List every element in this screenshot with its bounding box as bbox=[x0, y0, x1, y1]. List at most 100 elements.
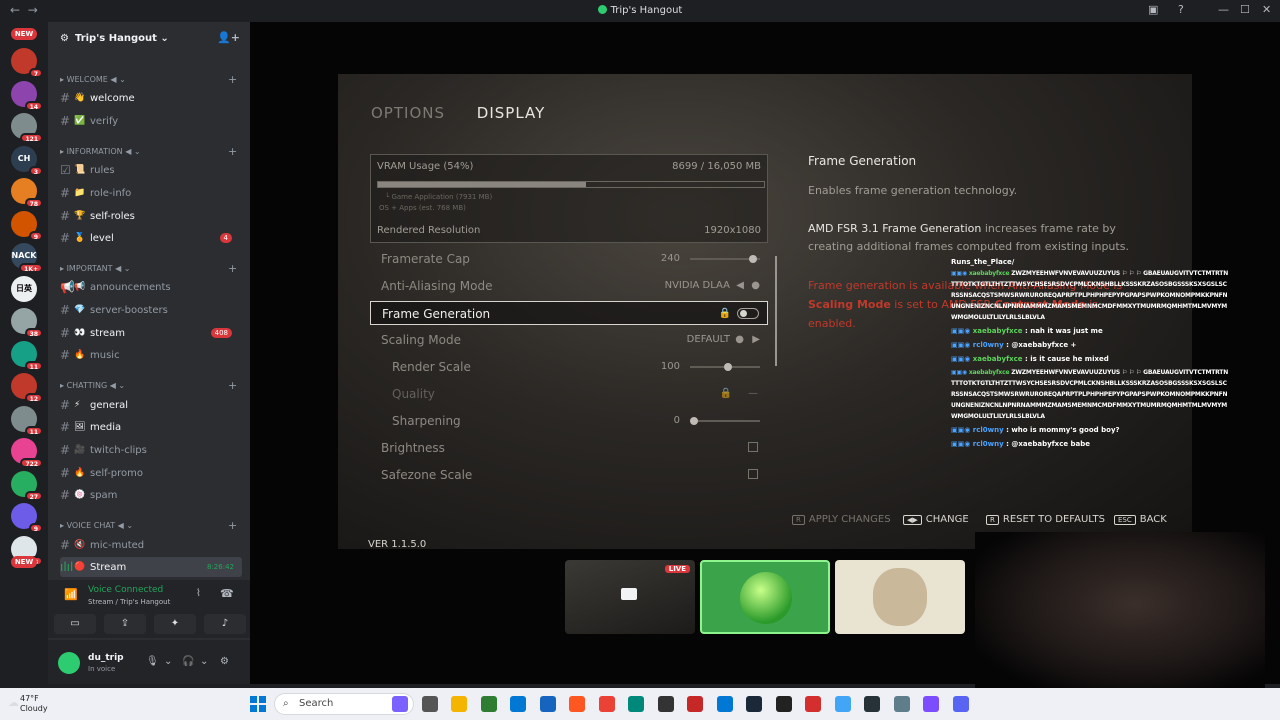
open-submenu-icon[interactable] bbox=[748, 469, 758, 479]
chevron-down-icon[interactable]: ⌄ bbox=[200, 656, 208, 667]
taskbar-app-icon[interactable] bbox=[952, 696, 969, 712]
category-voice-chat[interactable]: ▸ VOICE CHAT ◀ ⌄ + bbox=[60, 519, 237, 532]
stream-tile-avatar[interactable] bbox=[700, 560, 830, 634]
help-icon[interactable]: ? bbox=[1178, 3, 1184, 16]
channel-spam[interactable]: # 🍥 spam bbox=[60, 485, 242, 505]
taskbar-app-icon[interactable] bbox=[628, 696, 644, 712]
channel-music[interactable]: # 🔥 music bbox=[60, 345, 242, 365]
taskbar-app-icon[interactable] bbox=[539, 696, 556, 712]
microphone-icon[interactable]: 🎙 bbox=[146, 656, 159, 667]
sharpening-slider[interactable] bbox=[690, 417, 760, 425]
taskbar-app-icon[interactable] bbox=[392, 696, 408, 712]
apply-changes-button[interactable]: R APPLY CHANGES bbox=[792, 514, 891, 525]
server-icon[interactable]: 12 bbox=[11, 373, 43, 403]
taskbar-app-icon[interactable] bbox=[421, 696, 438, 712]
category-chatting[interactable]: ▸ CHATTING ◀ ⌄ + bbox=[60, 379, 237, 392]
slider-knob[interactable] bbox=[690, 417, 698, 425]
taskbar-app-icon[interactable] bbox=[775, 696, 792, 712]
tab-display[interactable]: DISPLAY bbox=[477, 104, 546, 122]
headphones-icon[interactable]: 🎧 bbox=[182, 656, 194, 667]
frame-generation-toggle[interactable] bbox=[737, 308, 759, 319]
slider-knob[interactable] bbox=[724, 363, 733, 371]
server-icon[interactable]: NACK 1K+ bbox=[11, 243, 43, 273]
voice-status[interactable]: Voice Connected bbox=[88, 585, 163, 595]
server-icon[interactable]: 9 bbox=[11, 503, 43, 533]
add-channel-icon[interactable]: + bbox=[228, 262, 237, 275]
close-icon[interactable]: ✕ bbox=[1262, 3, 1271, 16]
settings-gear-icon[interactable]: ⚙ bbox=[220, 656, 229, 667]
chevron-down-icon[interactable]: ⌄ bbox=[164, 656, 172, 667]
add-channel-icon[interactable]: + bbox=[228, 73, 237, 86]
option-scaling-mode[interactable]: Scaling Mode DEFAULT ● ▶ bbox=[370, 328, 768, 352]
add-channel-icon[interactable]: + bbox=[228, 379, 237, 392]
taskbar-app-icon[interactable] bbox=[687, 696, 703, 712]
channel-self-promo[interactable]: # 🔥 self-promo bbox=[60, 463, 242, 483]
taskbar-app-icon[interactable] bbox=[480, 696, 497, 712]
taskbar-app-icon[interactable] bbox=[746, 696, 762, 712]
server-icon[interactable]: 11 bbox=[11, 340, 43, 371]
soundboard-button[interactable]: ♪ bbox=[204, 614, 246, 634]
render-scale-slider[interactable] bbox=[690, 363, 760, 371]
activities-button[interactable]: ✦ bbox=[154, 614, 196, 634]
server-icon[interactable]: 722 bbox=[11, 438, 43, 468]
channel-stream[interactable]: # 👀 stream 408 bbox=[60, 323, 242, 343]
channel-role-info[interactable]: # 📁 role-info bbox=[60, 183, 242, 203]
channel-media[interactable]: # 🖼 media bbox=[60, 417, 242, 437]
inbox-icon[interactable]: ▣ bbox=[1148, 3, 1158, 16]
slider-knob[interactable] bbox=[748, 255, 757, 263]
weather-widget[interactable]: 47°F Cloudy bbox=[20, 694, 48, 714]
start-button[interactable] bbox=[250, 696, 266, 712]
category-important[interactable]: ▸ IMPORTANT ◀ ⌄ + bbox=[60, 262, 237, 275]
stream-tile-cat[interactable] bbox=[835, 560, 965, 634]
channel-mic-muted[interactable]: # 🔇 mic-muted bbox=[60, 535, 242, 555]
arrow-left-icon[interactable]: ◀ bbox=[736, 280, 744, 291]
noise-suppression-icon[interactable]: ⌇ bbox=[196, 588, 201, 599]
channel-rules[interactable]: ☑ 📜 rules bbox=[60, 160, 242, 180]
server-icon[interactable]: 日英 bbox=[11, 275, 37, 302]
channel-welcome[interactable]: # 👋 welcome bbox=[60, 88, 242, 108]
options-scrollbar[interactable] bbox=[775, 256, 777, 366]
server-icon[interactable]: CH 3 bbox=[11, 145, 43, 176]
option-render-scale[interactable]: Render Scale 100 bbox=[370, 355, 768, 379]
taskbar-app-icon[interactable] bbox=[569, 696, 585, 712]
category-information[interactable]: ▸ INFORMATION ◀ ⌄ + bbox=[60, 145, 237, 158]
framerate-slider[interactable] bbox=[690, 255, 760, 263]
add-channel-icon[interactable]: + bbox=[228, 145, 237, 158]
open-submenu-icon[interactable] bbox=[748, 442, 758, 452]
server-icon[interactable]: 7 bbox=[11, 48, 43, 78]
stream-tile-screen[interactable]: LIVE bbox=[565, 560, 695, 634]
add-member-icon[interactable]: 👤+ bbox=[217, 31, 240, 44]
maximize-icon[interactable]: ☐ bbox=[1240, 3, 1250, 16]
server-icon[interactable]: 38 bbox=[11, 308, 43, 338]
taskbar-app-icon[interactable] bbox=[451, 696, 467, 712]
minimize-icon[interactable]: — bbox=[1218, 3, 1229, 16]
option-sharpening[interactable]: Sharpening 0 bbox=[370, 409, 768, 433]
taskbar-app-icon[interactable] bbox=[893, 696, 910, 712]
taskbar-app-icon[interactable] bbox=[923, 696, 939, 712]
option-framerate-cap[interactable]: Framerate Cap 240 bbox=[370, 247, 768, 271]
option-anti-aliasing[interactable]: Anti-Aliasing Mode NVIDIA DLAA ◀ ● bbox=[370, 274, 768, 298]
disconnect-icon[interactable]: ☎ bbox=[220, 587, 234, 600]
channel-self-roles[interactable]: # 🏆 self-roles bbox=[60, 206, 242, 226]
server-icon[interactable]: 121 bbox=[11, 113, 43, 143]
server-icon[interactable]: 11 bbox=[11, 405, 43, 436]
reset-defaults-button[interactable]: R RESET TO DEFAULTS bbox=[986, 514, 1105, 525]
taskbar-app-icon[interactable] bbox=[716, 696, 733, 712]
taskbar-app-icon[interactable] bbox=[510, 696, 526, 712]
change-button[interactable]: ◀▶ CHANGE bbox=[903, 514, 969, 525]
channel-server-boosters[interactable]: # 💎 server-boosters bbox=[60, 300, 242, 320]
guild-header[interactable]: ⚙ Trip's Hangout ⌄ 👤+ bbox=[48, 22, 250, 54]
taskbar-app-icon[interactable] bbox=[805, 696, 821, 712]
camera-button[interactable]: ▭ bbox=[54, 614, 96, 634]
option-safezone-scale[interactable]: Safezone Scale bbox=[370, 463, 768, 487]
server-icon[interactable]: 9 bbox=[11, 210, 43, 241]
server-icon[interactable]: 14 bbox=[11, 80, 43, 111]
screen-share-button[interactable]: ⇪ bbox=[104, 614, 146, 634]
guild-name[interactable]: Trip's Hangout ⌄ bbox=[75, 33, 169, 44]
server-icon[interactable]: 27 bbox=[11, 470, 43, 501]
taskbar-app-icon[interactable] bbox=[657, 696, 674, 712]
tab-options[interactable]: OPTIONS bbox=[371, 104, 445, 122]
username[interactable]: du_trip bbox=[88, 653, 124, 663]
arrow-right-icon[interactable]: ▶ bbox=[752, 334, 760, 345]
add-channel-icon[interactable]: + bbox=[228, 519, 237, 532]
